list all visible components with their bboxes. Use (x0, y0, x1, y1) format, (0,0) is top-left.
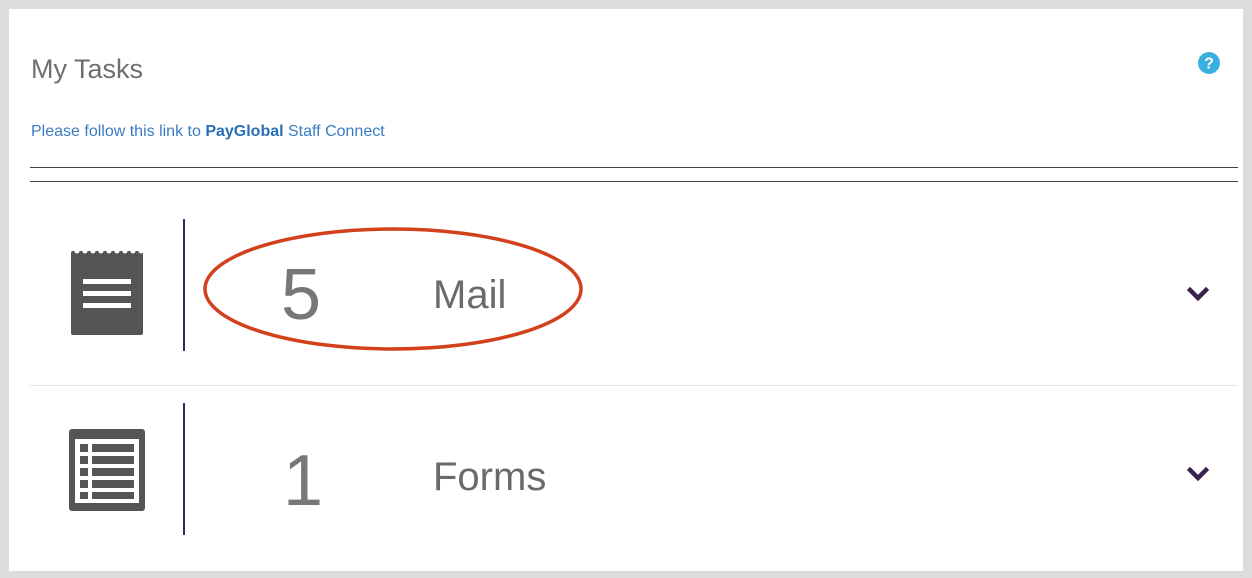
link-prefix: Please follow this link to (31, 123, 206, 140)
row-accent-bar (183, 219, 185, 351)
svg-text:?: ? (1204, 56, 1214, 73)
chevron-down-icon[interactable] (1187, 287, 1209, 301)
my-tasks-widget: My Tasks ? Please follow this link to Pa… (9, 9, 1243, 571)
payglobal-link[interactable]: PayGlobal Staff Connect (205, 123, 384, 140)
link-suffix: Staff Connect (283, 123, 385, 140)
mail-count: 5 (281, 255, 322, 335)
payglobal-brand: PayGlobal (205, 123, 284, 140)
widget-title: My Tasks (31, 54, 144, 84)
forms-count: 1 (283, 441, 324, 521)
row-accent-bar (183, 403, 185, 535)
list-form-icon (69, 429, 145, 519)
row-divider (30, 385, 1238, 386)
forms-label: Forms (433, 455, 547, 499)
mail-label: Mail (433, 273, 507, 317)
payglobal-link-text: Please follow this link to PayGlobal Sta… (31, 123, 385, 141)
header-rule-top (30, 167, 1238, 168)
header-rule-bottom (30, 181, 1238, 182)
chevron-down-icon[interactable] (1187, 467, 1209, 481)
notepad-icon (71, 245, 147, 335)
question-circle-icon[interactable]: ? (1197, 51, 1221, 75)
